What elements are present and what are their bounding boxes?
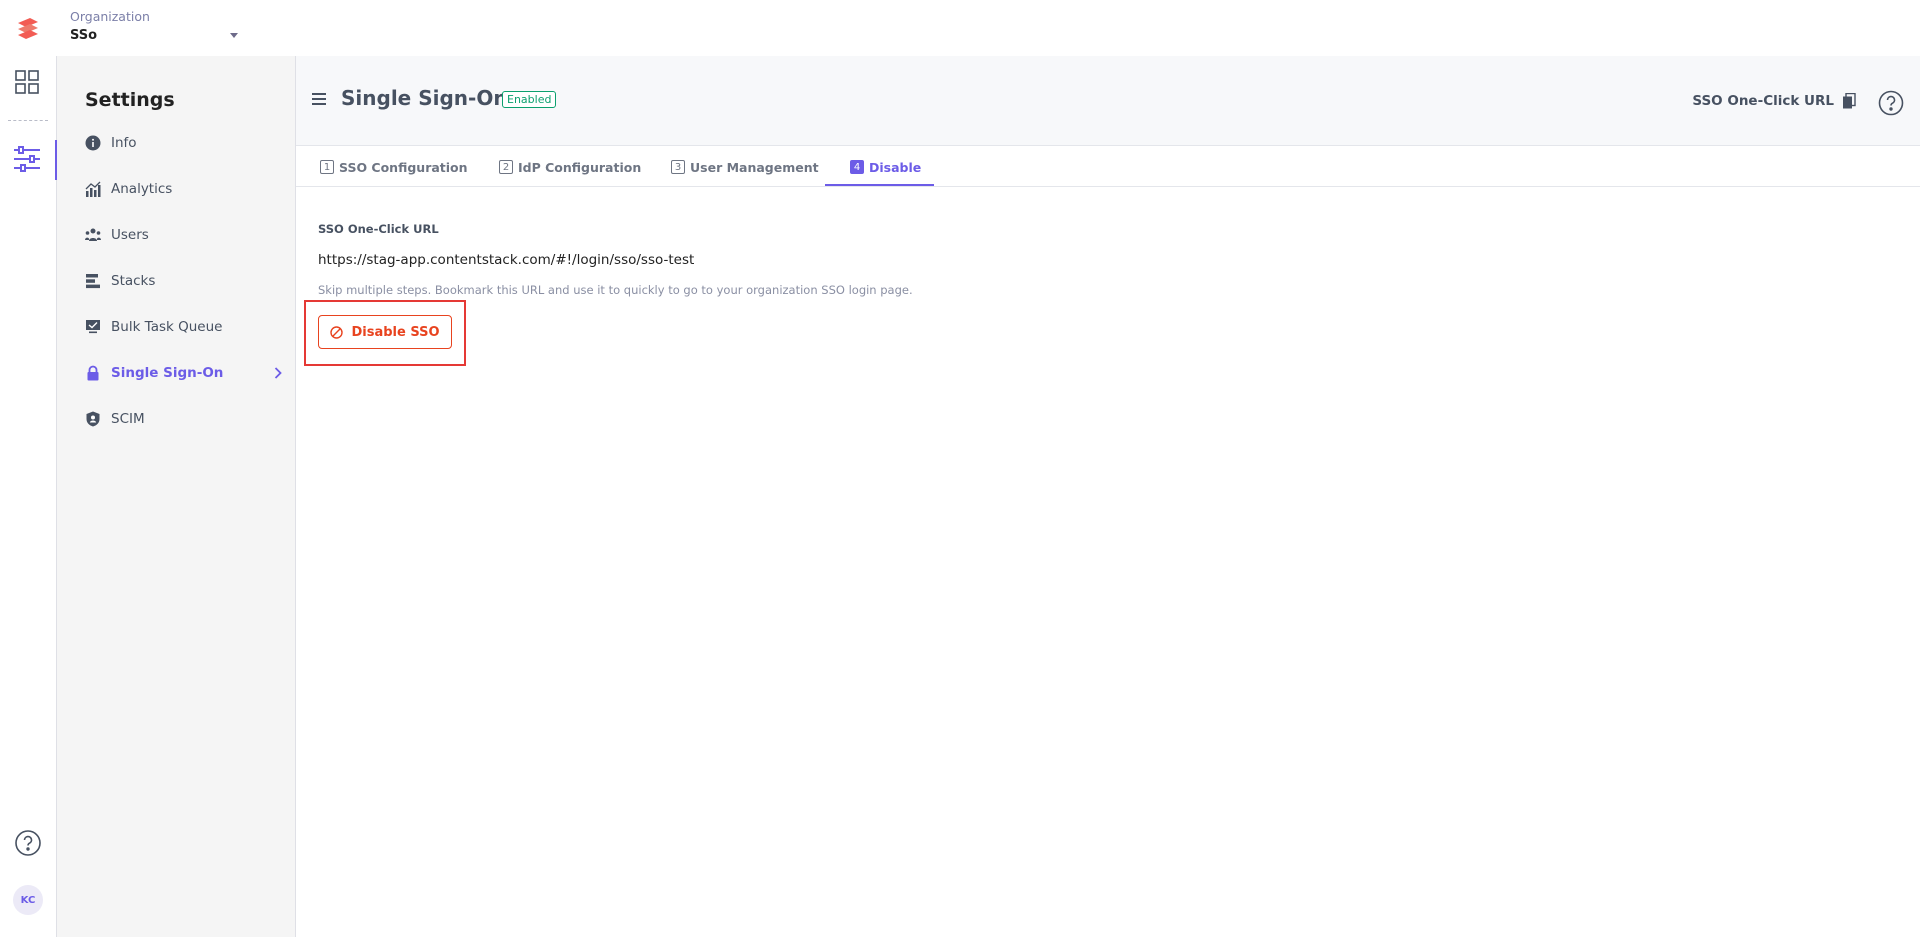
sidebar-item-label: Bulk Task Queue [111,319,223,335]
page-header: Single Sign-On Enabled SSO One-Click URL [296,56,1920,146]
chevron-down-icon[interactable] [230,33,238,38]
settings-sliders-icon[interactable] [13,146,41,172]
sidebar-item-label: Single Sign-On [111,365,224,381]
disable-sso-button[interactable]: Disable SSO [318,315,452,349]
settings-sidebar: Settings Info Analytics Users Stacks Bul… [57,56,296,937]
sso-one-click-url-label: SSO One-Click URL [1692,93,1834,109]
sidebar-item-label: SCIM [111,411,145,427]
sidebar-item-analytics[interactable]: Analytics [85,174,285,204]
sidebar-item-label: Info [111,135,137,151]
top-header: Organization SSo [0,0,1920,56]
page-title: Single Sign-On [341,86,508,110]
tab-user-management[interactable]: 3 User Management [671,147,819,187]
sso-one-click-url-link[interactable]: SSO One-Click URL [1692,93,1856,109]
sidebar-item-scim[interactable]: SCIM [85,404,285,434]
help-icon[interactable] [1878,90,1904,116]
sidebar-item-users[interactable]: Users [85,220,285,250]
help-text: Skip multiple steps. Bookmark this URL a… [318,283,913,297]
copy-icon[interactable] [1842,93,1856,109]
status-badge: Enabled [502,91,557,108]
contentstack-logo-icon[interactable] [14,14,42,42]
tab-sso-configuration[interactable]: 1 SSO Configuration [320,147,468,187]
sso-tabs: 1 SSO Configuration 2 IdP Configuration … [296,147,1920,187]
ban-icon [330,325,344,339]
help-icon[interactable] [14,829,42,857]
active-tab-indicator [825,184,934,186]
sidebar-item-label: Stacks [111,273,156,289]
tab-label: User Management [690,159,819,175]
tab-number: 2 [499,160,513,174]
rail-divider [8,120,48,121]
tab-number: 4 [850,160,864,174]
analytics-icon [85,181,101,197]
disable-sso-label: Disable SSO [351,324,440,340]
lock-icon [85,365,101,381]
shield-icon [85,411,101,427]
org-switcher[interactable]: Organization SSo [70,9,240,43]
tab-disable[interactable]: 4 Disable [850,147,921,187]
apps-grid-icon[interactable] [15,70,39,94]
chevron-right-icon [274,367,282,379]
section-label: SSO One-Click URL [318,222,439,236]
org-name: SSo [70,28,98,43]
tab-label: SSO Configuration [339,159,468,175]
sso-url-value: https://stag-app.contentstack.com/#!/log… [318,252,695,268]
tab-label: IdP Configuration [518,159,642,175]
main-content: Single Sign-On Enabled SSO One-Click URL… [296,56,1920,937]
sidebar-item-single-sign-on[interactable]: Single Sign-On [85,358,285,388]
sidebar-item-info[interactable]: Info [85,128,285,158]
stacks-icon [85,273,101,289]
bulk-task-icon [85,319,101,335]
sidebar-item-bulk-task-queue[interactable]: Bulk Task Queue [85,312,285,342]
sidebar-item-label: Analytics [111,181,173,197]
tab-number: 3 [671,160,685,174]
tab-idp-configuration[interactable]: 2 IdP Configuration [499,147,641,187]
sidebar-item-label: Users [111,227,149,243]
tab-number: 1 [320,160,334,174]
hamburger-menu-icon[interactable] [312,93,326,105]
info-icon [85,135,101,151]
org-label: Organization [70,9,150,24]
users-icon [85,227,101,243]
tab-label: Disable [869,159,922,175]
avatar[interactable]: KC [13,885,43,915]
sidebar-title: Settings [85,89,175,111]
app-rail: KC [0,56,57,937]
sidebar-item-stacks[interactable]: Stacks [85,266,285,296]
